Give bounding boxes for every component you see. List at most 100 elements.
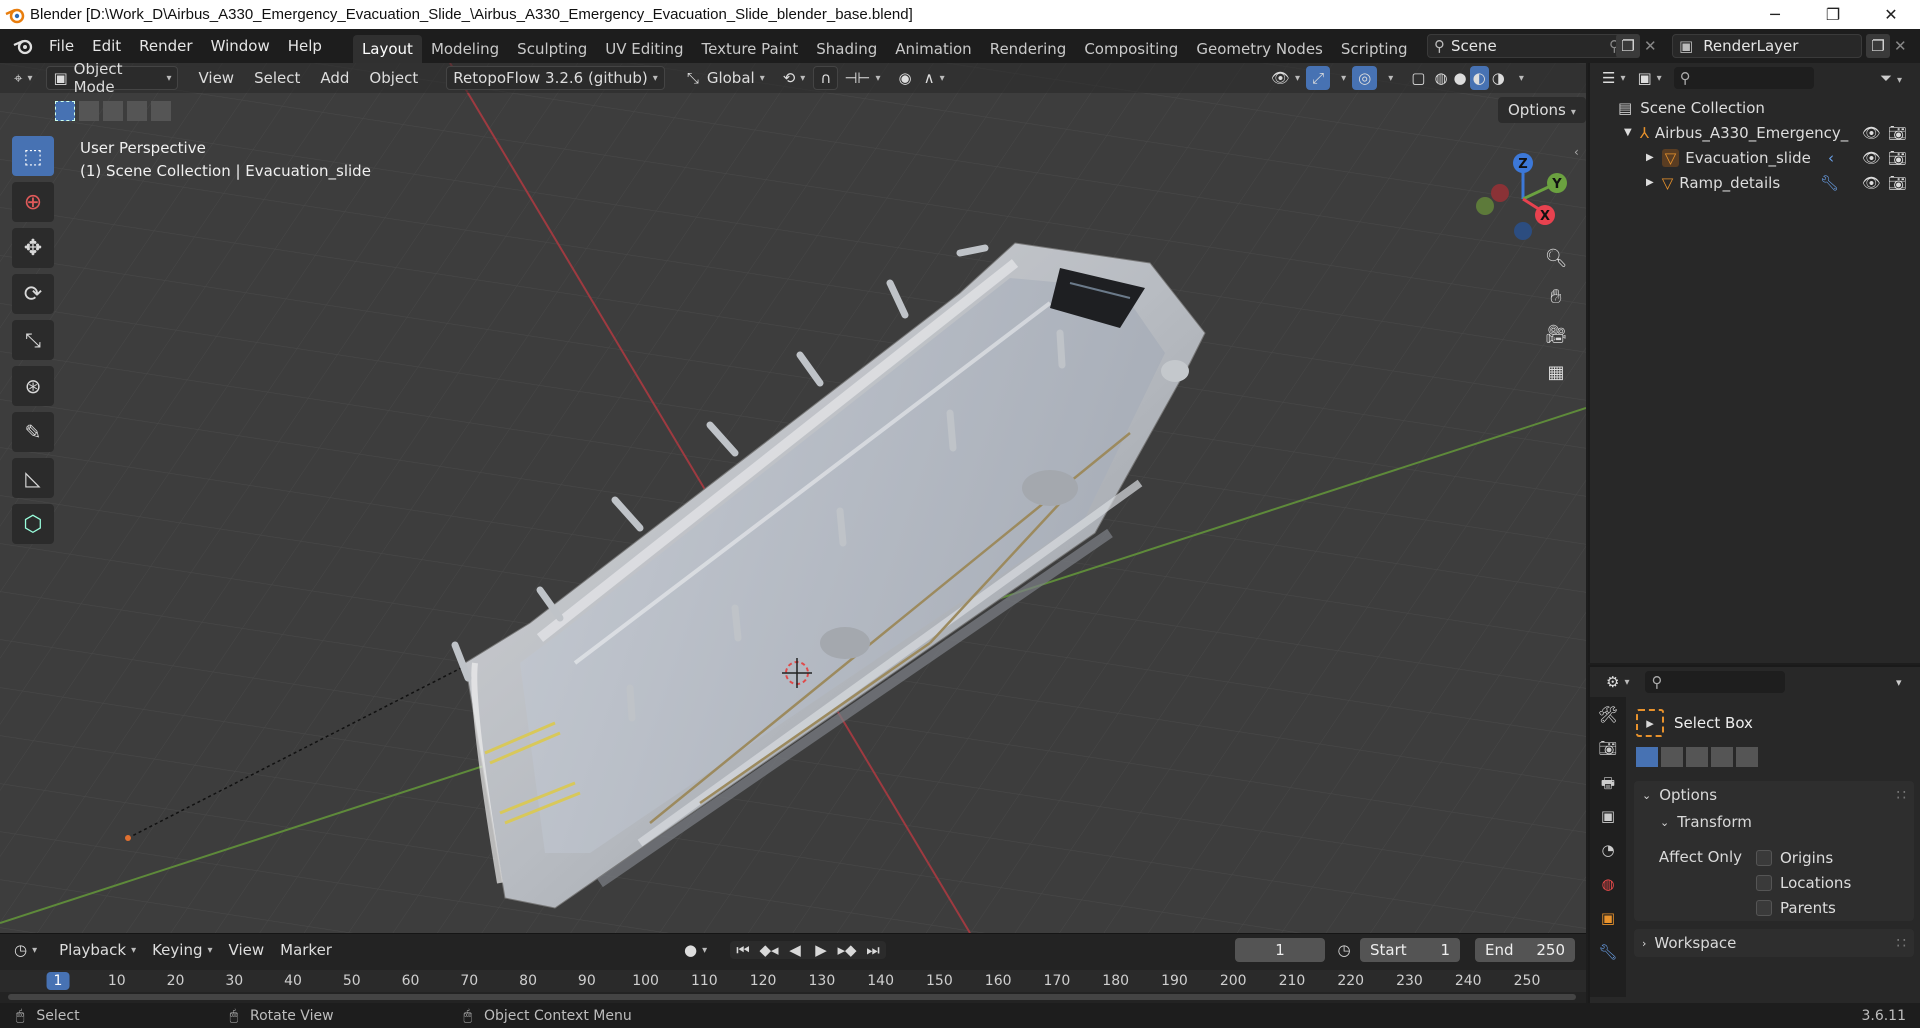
snap-target-button[interactable]: ⊣⊢ ▾ [838, 66, 886, 90]
tool-transform[interactable]: ⊛ [12, 366, 54, 406]
falloff-button[interactable]: ∧ ▾ [918, 66, 951, 90]
zoom-button[interactable]: 🔍︎ [1541, 243, 1571, 273]
current-frame-field[interactable]: 1 [1235, 938, 1325, 962]
viewport-menu-add[interactable]: Add [310, 66, 359, 90]
properties-dropdown[interactable]: ▾ [1896, 676, 1902, 689]
render-camera-icon[interactable]: 📷︎ [1888, 149, 1907, 167]
pivot-point-button[interactable]: ⟲ ▾ [777, 66, 812, 90]
checkbox-box[interactable] [1756, 849, 1772, 866]
solid-shading-button[interactable]: ● [1451, 66, 1470, 90]
tool-measure[interactable]: ◺ [12, 458, 54, 498]
output-tab-icon[interactable]: 🖶︎ [1601, 773, 1615, 807]
expand-arrow-icon[interactable]: ▶ [1646, 152, 1654, 163]
blender-menu-icon[interactable] [6, 33, 40, 59]
overlay-dropdown[interactable]: ▾ [1377, 66, 1399, 90]
timeline-menu-marker[interactable]: Marker [272, 938, 340, 962]
jump-end-icon[interactable]: ⏭ [860, 941, 886, 959]
tab-compositing[interactable]: Compositing [1075, 35, 1187, 63]
object-tab-icon[interactable]: ▣ [1601, 909, 1615, 943]
properties-search-field[interactable]: ⚲ [1645, 671, 1786, 693]
pan-button[interactable]: ✋︎ [1541, 281, 1571, 311]
navigation-gizmo[interactable]: Z Y X [1475, 141, 1585, 251]
prev-keyframe-icon[interactable]: ◆◂ [756, 941, 782, 959]
overlay-toggle[interactable]: ◎ [1352, 66, 1378, 90]
mode-subtract-icon[interactable] [1686, 747, 1708, 767]
tab-texture-paint[interactable]: Texture Paint [692, 35, 807, 63]
gizmo-dropdown[interactable]: ▾ [1330, 66, 1352, 90]
frame-ruler[interactable]: 1 10 20 30 40 50 60 70 80 90 100 110 120 130 140 150 160… [0, 970, 1586, 992]
drag-handle-icon[interactable]: ∷ [1896, 934, 1906, 952]
gizmo-neg-y[interactable] [1476, 197, 1494, 215]
menu-window[interactable]: Window [202, 33, 279, 59]
sidebar-toggle-arrow[interactable]: ‹ [1574, 145, 1579, 159]
auto-keying-toggle[interactable]: ● ▾ [678, 938, 713, 962]
tab-layout[interactable]: Layout [352, 35, 422, 63]
scene-collection-row[interactable]: ▤ Scene Collection [1590, 95, 1920, 120]
display-mode-selector[interactable]: ▣ ▾ [1631, 66, 1667, 90]
viewport-scene[interactable] [0, 63, 1586, 933]
select-subtract-icon[interactable] [103, 101, 123, 121]
outliner-search-field[interactable]: ⚲ [1673, 67, 1814, 89]
affect-parents-checkbox[interactable]: Parents [1756, 895, 1851, 920]
mode-extend-icon[interactable] [1661, 747, 1683, 767]
menu-edit[interactable]: Edit [83, 33, 130, 59]
tab-scripting[interactable]: Scripting [1332, 35, 1417, 63]
retopoflow-menu[interactable]: RetopoFlow 3.2.6 (github) ▾ [446, 66, 665, 90]
select-intersect-icon[interactable] [151, 101, 171, 121]
affect-origins-checkbox[interactable]: Origins [1756, 845, 1851, 870]
minimize-button[interactable]: ─ [1746, 0, 1804, 29]
drag-handle-icon[interactable]: ∷ [1896, 786, 1906, 804]
delete-view-layer-icon[interactable]: ✕ [1894, 34, 1912, 58]
snap-toggle[interactable]: ∩ [813, 66, 839, 90]
tab-shading[interactable]: Shading [807, 35, 886, 63]
mode-difference-icon[interactable] [1711, 747, 1733, 767]
visibility-eye-icon[interactable]: 👁 [1862, 149, 1881, 167]
transform-orientation-selector[interactable]: ⤡ Global ▾ [681, 66, 771, 90]
tab-uv-editing[interactable]: UV Editing [596, 35, 692, 63]
menu-file[interactable]: File [40, 33, 83, 59]
viewport-menu-view[interactable]: View [188, 66, 244, 90]
play-icon[interactable]: ▶ [808, 941, 834, 959]
tab-rendering[interactable]: Rendering [981, 35, 1076, 63]
transform-subheader[interactable]: ⌄ Transform [1634, 809, 1914, 835]
timeline-menu-playback[interactable]: Playback ▾ [51, 938, 144, 962]
next-keyframe-icon[interactable]: ▸◆ [834, 941, 860, 959]
menu-help[interactable]: Help [279, 33, 331, 59]
outliner-editor-type[interactable]: ☰ ▾ [1596, 66, 1631, 90]
viewport-menu-object[interactable]: Object [359, 66, 428, 90]
checkbox-box[interactable] [1756, 899, 1772, 916]
proportional-edit-toggle[interactable]: ◉ [892, 66, 917, 90]
tool-move[interactable]: ✥ [12, 228, 54, 268]
wireframe-shading-button[interactable]: ◍ [1431, 66, 1450, 90]
visibility-eye-icon[interactable]: 👁 [1862, 124, 1881, 142]
gizmo-toggle[interactable]: ⤢ [1306, 66, 1331, 90]
tab-modeling[interactable]: Modeling [422, 35, 508, 63]
delete-scene-icon[interactable]: ✕ [1644, 34, 1662, 58]
start-frame-field[interactable]: Start 1 [1360, 938, 1460, 962]
ortho-toggle-button[interactable]: ▦ [1541, 357, 1571, 387]
gizmo-neg-z[interactable] [1514, 222, 1532, 240]
timeline-menu-keying[interactable]: Keying ▾ [144, 938, 220, 962]
render-camera-icon[interactable]: 📷︎ [1888, 174, 1907, 192]
filter-button[interactable]: ⏷ ▾ [1880, 69, 1902, 87]
mode-intersect-icon[interactable] [1736, 747, 1758, 767]
rendered-shading-button[interactable]: ◑ [1489, 66, 1508, 90]
tool-tab-icon[interactable]: 🛠︎ [1598, 705, 1618, 739]
shading-dropdown[interactable]: ▾ [1508, 66, 1530, 90]
affect-locations-checkbox[interactable]: Locations [1756, 870, 1851, 895]
tab-animation[interactable]: Animation [886, 35, 980, 63]
restore-button[interactable]: ❐ [1804, 0, 1862, 29]
expand-arrow-icon[interactable]: ▶ [1646, 177, 1654, 188]
modifier-tab-icon[interactable]: 🔧︎ [1598, 943, 1617, 977]
tool-scale[interactable]: ⤡ [12, 320, 54, 360]
timeline-scrollbar[interactable] [8, 994, 1576, 1000]
outliner-item-evacuation-slide[interactable]: ▶ ▽ Evacuation_slide ‹ 👁 📷︎ [1590, 145, 1920, 170]
scene-selector[interactable]: ⚲ Scene ⚲ [1427, 34, 1627, 58]
tool-add-cube[interactable]: ⬡ [12, 504, 54, 544]
view-layer-tab-icon[interactable]: ▣ [1601, 807, 1615, 841]
xray-toggle[interactable]: ▢ [1405, 66, 1431, 90]
view-layer-selector[interactable]: ▣ RenderLayer [1672, 34, 1862, 58]
checkbox-box[interactable] [1756, 874, 1772, 891]
camera-view-button[interactable]: 🎥︎ [1541, 319, 1571, 349]
viewport-menu-select[interactable]: Select [244, 66, 310, 90]
